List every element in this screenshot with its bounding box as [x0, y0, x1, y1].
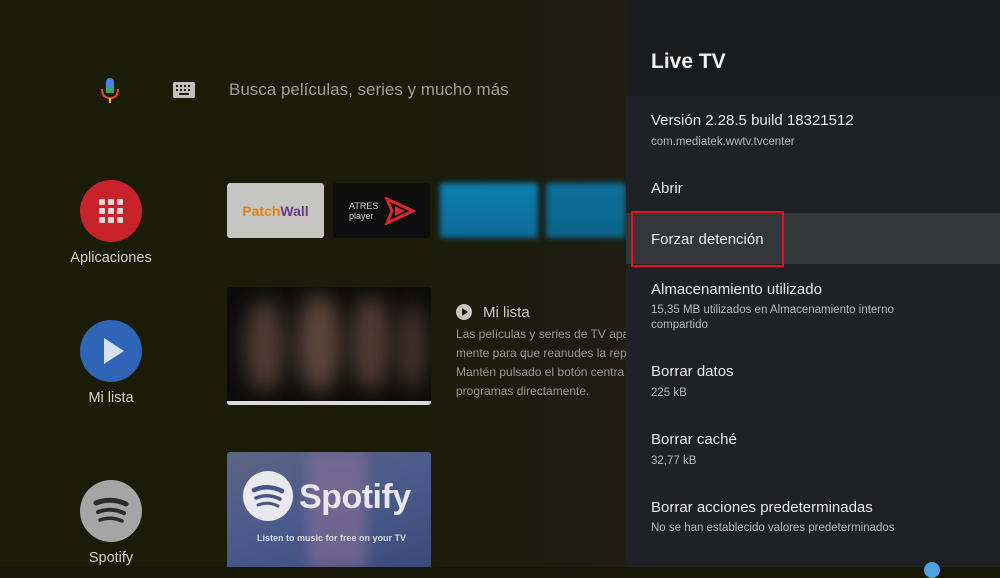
clear-defaults-button[interactable]: Borrar acciones predeterminadas	[651, 499, 873, 516]
panel-header: Live TV	[626, 0, 1000, 96]
video-progress-bar	[227, 401, 431, 405]
patchwall-app-tile[interactable]: Patch Wall	[227, 183, 324, 238]
video-figure	[397, 305, 427, 389]
sidebar-item-spotify[interactable]: Spotify	[60, 480, 162, 566]
spotify-logo-text: Spotify	[299, 478, 411, 516]
search-input[interactable]: Busca películas, series y mucho más	[229, 80, 509, 100]
app-info-panel: Live TV Versión 2.28.5 build 18321512 co…	[626, 0, 1000, 567]
atresplayer-app-tile[interactable]: ATRES player	[333, 183, 430, 238]
sidebar-item-mi-lista[interactable]: Mi lista	[60, 320, 162, 406]
patchwall-logo-part2: Wall	[280, 202, 309, 219]
video-figure	[351, 297, 391, 389]
video-figure	[297, 295, 341, 391]
clear-data-size: 225 kB	[651, 387, 687, 399]
app-tile[interactable]	[440, 183, 538, 238]
atresplayer-logo-text: ATRES player	[349, 201, 379, 221]
sidebar-item-label: Spotify	[88, 550, 134, 566]
spotify-tagline: Listen to music for free on your TV	[257, 533, 407, 543]
clear-cache-size: 32,77 kB	[651, 455, 697, 467]
mi-lista-description: Las películas y series de TV apa mente p…	[456, 327, 626, 398]
clear-defaults-detail: No se han establecido valores predetermi…	[651, 522, 895, 534]
storage-used-item[interactable]: Almacenamiento utilizado	[651, 281, 822, 298]
clear-data-button[interactable]: Borrar datos	[651, 363, 734, 380]
atresplayer-logo-icon	[384, 197, 417, 225]
storage-used-detail: 15,35 MB utilizados en Almacenamiento in…	[651, 304, 894, 331]
apps-grid-icon	[80, 180, 142, 242]
panel-title: Live TV	[651, 50, 726, 73]
spotify-logo-icon	[243, 471, 293, 521]
microphone-icon[interactable]	[99, 78, 121, 104]
video-figure	[245, 301, 285, 391]
sidebar-item-label: Aplicaciones	[70, 250, 152, 266]
mi-lista-title: Mi lista	[483, 304, 530, 321]
force-stop-highlight-box	[631, 211, 784, 267]
open-button[interactable]: Abrir	[651, 180, 683, 197]
sidebar-item-aplicaciones[interactable]: Aplicaciones	[60, 180, 162, 266]
spotify-icon	[80, 480, 142, 542]
play-icon	[80, 320, 142, 382]
sidebar-item-label: Mi lista	[88, 390, 134, 406]
scroll-indicator	[924, 562, 940, 578]
play-circle-icon	[456, 304, 472, 320]
patchwall-logo-part1: Patch	[242, 202, 281, 219]
clear-cache-button[interactable]: Borrar caché	[651, 431, 737, 448]
app-tile[interactable]	[546, 183, 626, 238]
package-name: com.mediatek.wwtv.tvcenter	[651, 136, 795, 148]
keyboard-icon[interactable]	[172, 81, 196, 99]
version-label: Versión 2.28.5 build 18321512	[651, 112, 854, 129]
video-thumbnail[interactable]	[227, 287, 431, 405]
